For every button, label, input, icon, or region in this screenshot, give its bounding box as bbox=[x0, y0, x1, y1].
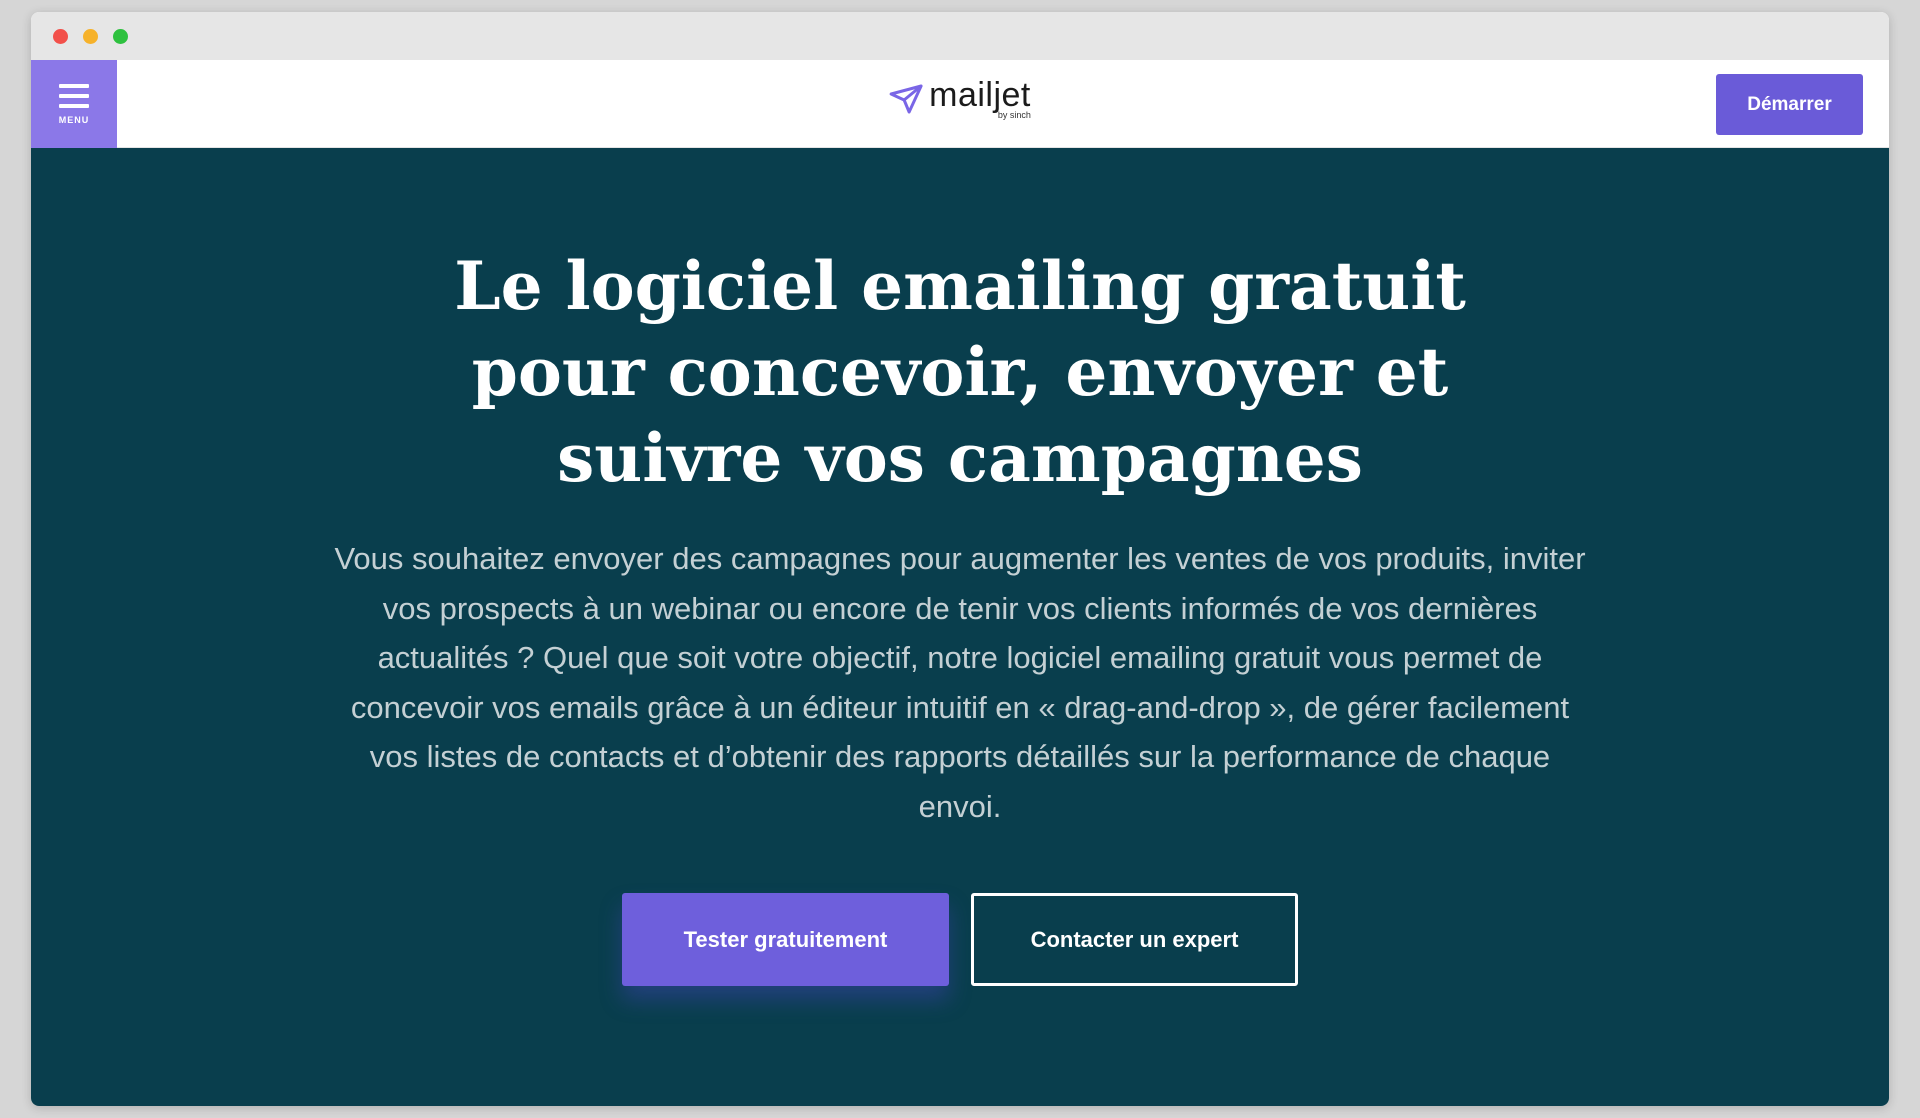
close-window-button[interactable] bbox=[53, 29, 68, 44]
hero-buttons: Tester gratuitement Contacter un expert bbox=[31, 893, 1889, 986]
hero-title: Le logiciel emailing gratuit pour concev… bbox=[454, 247, 1466, 497]
mailjet-logo[interactable]: mailjet by sinch bbox=[889, 78, 1031, 120]
maximize-window-button[interactable] bbox=[113, 29, 128, 44]
site-header: MENU mailjet by sinch Démarrer bbox=[31, 60, 1889, 148]
logo-subtext: by sinch bbox=[997, 110, 1031, 120]
hamburger-menu-icon bbox=[59, 83, 89, 108]
start-button[interactable]: Démarrer bbox=[1716, 74, 1863, 135]
logo-wordmark: mailjet bbox=[929, 76, 1031, 114]
try-free-button[interactable]: Tester gratuitement bbox=[622, 893, 949, 986]
hero-section: Le logiciel emailing gratuit pour concev… bbox=[31, 148, 1889, 1106]
menu-label: MENU bbox=[58, 114, 90, 125]
browser-window: MENU mailjet by sinch Démarrer Le logici… bbox=[31, 12, 1889, 1106]
paper-plane-logo-icon bbox=[889, 84, 923, 114]
menu-button[interactable]: MENU bbox=[31, 60, 117, 148]
hero-description: Vous souhaitez envoyer des campagnes pou… bbox=[334, 541, 1586, 824]
window-titlebar bbox=[31, 12, 1889, 60]
minimize-window-button[interactable] bbox=[83, 29, 98, 44]
contact-expert-button[interactable]: Contacter un expert bbox=[971, 893, 1298, 986]
